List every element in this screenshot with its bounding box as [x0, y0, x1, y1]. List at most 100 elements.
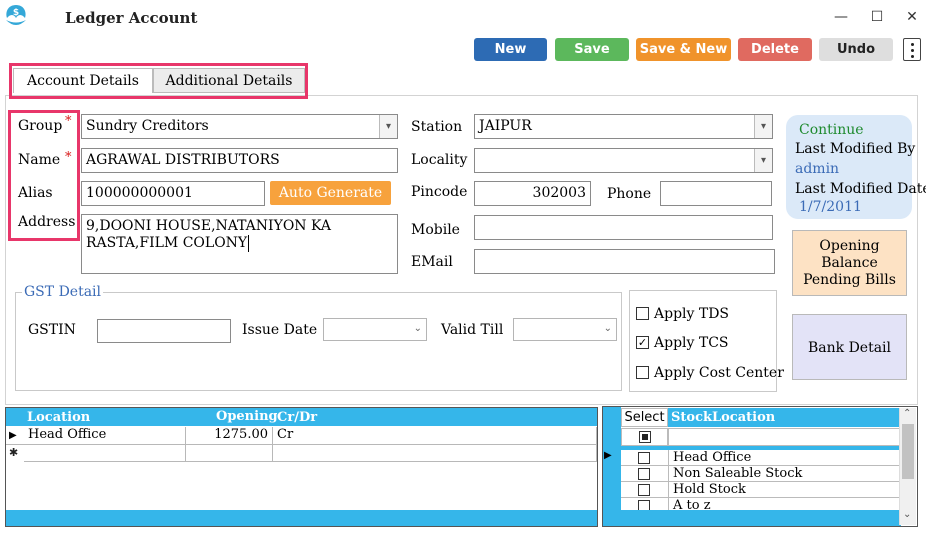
- alias-field[interactable]: 100000000001: [81, 181, 265, 206]
- valid-till-picker[interactable]: ⌄: [513, 318, 617, 341]
- station-select[interactable]: JAIPUR ▾: [474, 114, 773, 139]
- gst-detail-title: GST Detail: [22, 284, 103, 300]
- valid-till-label: Valid Till: [441, 322, 504, 338]
- row-select-checkbox[interactable]: [638, 468, 650, 480]
- new-row-opening-cell[interactable]: [186, 445, 273, 462]
- select-all-cell[interactable]: [621, 428, 668, 446]
- issue-date-picker[interactable]: ⌄: [323, 318, 427, 341]
- row-select-checkbox[interactable]: [638, 452, 650, 464]
- name-field[interactable]: AGRAWAL DISTRIBUTORS: [81, 148, 398, 173]
- apply-tcs-checkbox[interactable]: ✓: [636, 336, 649, 349]
- save-and-new-button[interactable]: Save & New: [636, 38, 731, 61]
- pincode-field[interactable]: 302003: [474, 181, 591, 206]
- scrollbar-thumb[interactable]: [902, 424, 914, 479]
- new-row-marker-icon: ✱: [9, 446, 19, 459]
- chevron-down-icon: ⌄: [413, 323, 422, 334]
- alias-label: Alias: [18, 185, 53, 201]
- apply-cost-center-label: Apply Cost Center: [654, 365, 784, 381]
- location-cell[interactable]: Head Office: [24, 427, 186, 445]
- maximize-button[interactable]: ☐: [868, 8, 886, 26]
- opening-cell[interactable]: 1275.00: [186, 427, 273, 445]
- filter-cell[interactable]: [668, 428, 900, 446]
- scroll-up-icon[interactable]: ⌃: [903, 408, 911, 419]
- close-button[interactable]: ✕: [903, 8, 921, 26]
- column-header-select[interactable]: Select: [621, 408, 668, 427]
- continue-link[interactable]: Continue: [799, 122, 864, 138]
- gstin-field[interactable]: [97, 319, 231, 343]
- locality-select[interactable]: ▾: [474, 148, 773, 173]
- group-required-mark: *: [65, 114, 72, 129]
- location-grid[interactable]: Location Opening Cr/Dr ▶ Head Office 127…: [5, 407, 598, 527]
- new-button[interactable]: New: [474, 38, 547, 61]
- opening-button-line-2: Balance: [821, 255, 878, 271]
- row-header-corner: [6, 408, 24, 426]
- list-item[interactable]: Head Office: [621, 450, 901, 466]
- address-line-2: RASTA,FILM COLONY: [86, 235, 250, 252]
- locality-label: Locality: [411, 152, 468, 168]
- station-label: Station: [411, 119, 463, 135]
- stock-location-cell: Head Office: [668, 450, 751, 466]
- name-label: Name: [18, 152, 61, 168]
- auto-generate-button[interactable]: Auto Generate: [270, 181, 391, 205]
- row-header-column: [603, 407, 621, 526]
- bank-detail-button[interactable]: Bank Detail: [792, 314, 907, 380]
- list-item[interactable]: A to z: [621, 498, 901, 510]
- select-all-checkbox[interactable]: [638, 431, 651, 443]
- station-select-value: JAIPUR: [479, 118, 532, 134]
- apply-tcs-label: Apply TCS: [654, 335, 729, 351]
- list-item[interactable]: Hold Stock: [621, 482, 901, 498]
- apply-cost-center-checkbox[interactable]: [636, 366, 649, 379]
- scroll-down-icon[interactable]: ⌄: [903, 509, 911, 520]
- chevron-down-icon[interactable]: ▾: [754, 115, 772, 138]
- save-button[interactable]: Save: [555, 38, 629, 61]
- tabs-highlight-box: [9, 63, 308, 99]
- stock-location-cell: Hold Stock: [668, 482, 746, 498]
- apply-tds-checkbox[interactable]: [636, 307, 649, 320]
- address-textarea[interactable]: 9,DOONI HOUSE,NATANIYON KA RASTA,FILM CO…: [81, 214, 398, 274]
- column-header-crdr[interactable]: Cr/Dr: [277, 410, 318, 425]
- phone-field[interactable]: [660, 181, 772, 206]
- opening-button-line-3: Pending Bills: [803, 272, 896, 288]
- chevron-down-icon[interactable]: ▾: [379, 115, 397, 138]
- crdr-cell[interactable]: Cr: [273, 427, 597, 445]
- mobile-field[interactable]: [474, 215, 773, 240]
- new-row-location-cell[interactable]: [24, 445, 186, 462]
- new-row-crdr-cell[interactable]: [273, 445, 597, 462]
- list-item[interactable]: Non Saleable Stock: [621, 466, 901, 482]
- phone-label: Phone: [607, 186, 652, 202]
- stock-location-cell: A to z: [668, 498, 711, 510]
- current-row-indicator-icon: ▶: [6, 427, 24, 445]
- mobile-label: Mobile: [411, 222, 460, 238]
- column-header-stocklocation[interactable]: StockLocation: [668, 408, 900, 427]
- more-options-icon[interactable]: [903, 38, 921, 61]
- delete-button[interactable]: Delete: [738, 38, 812, 61]
- window-title: Ledger Account: [65, 9, 198, 27]
- group-label: Group: [18, 118, 63, 134]
- address-label: Address: [18, 214, 76, 230]
- opening-balance-pending-bills-button[interactable]: Opening Balance Pending Bills: [792, 230, 907, 296]
- gstin-label: GSTIN: [28, 322, 76, 338]
- row-select-checkbox[interactable]: [638, 500, 650, 510]
- stock-location-grid[interactable]: Select StockLocation ▶ Head Office Non S…: [602, 406, 918, 527]
- stock-grid-footer: [621, 510, 901, 526]
- chevron-down-icon: ⌄: [603, 323, 612, 334]
- stock-grid-scrollbar[interactable]: ⌃ ⌄: [899, 408, 916, 525]
- name-required-mark: *: [65, 150, 72, 165]
- chevron-down-icon[interactable]: ▾: [754, 149, 772, 172]
- stock-location-cell: Non Saleable Stock: [668, 466, 802, 482]
- row-select-checkbox[interactable]: [638, 484, 650, 496]
- opening-button-line-1: Opening: [819, 238, 880, 254]
- pincode-label: Pincode: [411, 184, 468, 200]
- minimize-button[interactable]: —: [832, 8, 850, 26]
- column-header-location[interactable]: Location: [27, 410, 91, 425]
- svg-text:$: $: [13, 8, 19, 18]
- address-line-1: 9,DOONI HOUSE,NATANIYON KA: [86, 218, 331, 234]
- modification-info-box: Continue Last Modified By admin Last Mod…: [786, 115, 926, 219]
- email-label: EMail: [411, 254, 453, 270]
- location-grid-footer: [6, 510, 597, 526]
- column-header-opening[interactable]: Opening: [216, 409, 278, 424]
- group-select[interactable]: Sundry Creditors ▾: [81, 114, 398, 139]
- undo-button[interactable]: Undo: [819, 38, 893, 61]
- issue-date-label: Issue Date: [242, 322, 318, 338]
- email-field[interactable]: [474, 249, 775, 274]
